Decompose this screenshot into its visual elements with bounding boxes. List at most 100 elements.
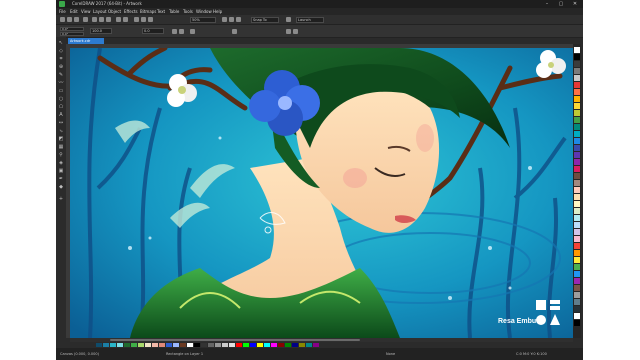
save-icon[interactable] xyxy=(74,17,79,22)
connector-tool-icon[interactable]: ⤷ xyxy=(58,129,64,134)
color-swatch[interactable] xyxy=(574,215,580,221)
color-swatch[interactable] xyxy=(574,180,580,186)
document-color-swatch[interactable] xyxy=(180,343,186,347)
polygon-tool-icon[interactable]: ⬠ xyxy=(58,105,64,110)
document-color-swatch[interactable] xyxy=(299,343,305,347)
smart-fill-icon[interactable]: ▣ xyxy=(58,169,64,174)
color-swatch[interactable] xyxy=(574,285,580,291)
outline-width-icon[interactable] xyxy=(232,29,237,34)
color-swatch[interactable] xyxy=(574,229,580,235)
color-swatch[interactable] xyxy=(574,159,580,165)
redo-icon[interactable] xyxy=(123,17,128,22)
open-icon[interactable] xyxy=(67,17,72,22)
color-swatch[interactable] xyxy=(574,152,580,158)
menu-object[interactable]: Object xyxy=(108,8,121,15)
color-swatch[interactable] xyxy=(574,264,580,270)
rulers-icon[interactable] xyxy=(229,17,234,22)
color-swatch[interactable] xyxy=(574,194,580,200)
color-swatch[interactable] xyxy=(574,236,580,242)
full-screen-icon[interactable] xyxy=(222,17,227,22)
document-color-swatch[interactable] xyxy=(131,343,137,347)
width-field[interactable]: 0.0" xyxy=(60,27,84,31)
minimize-button[interactable]: – xyxy=(541,0,553,8)
color-swatch[interactable] xyxy=(574,47,580,53)
new-document-icon[interactable] xyxy=(60,17,65,22)
document-color-swatch[interactable] xyxy=(292,343,298,347)
menu-table[interactable]: Table xyxy=(169,8,179,15)
document-color-swatch[interactable] xyxy=(96,343,102,347)
rotation-angle-field[interactable]: 0.0 xyxy=(142,28,164,34)
document-color-swatch[interactable] xyxy=(313,343,319,347)
fill-tool-icon[interactable]: ◆ xyxy=(58,185,64,190)
document-color-swatch[interactable] xyxy=(173,343,179,347)
document-color-swatch[interactable] xyxy=(103,343,109,347)
color-swatch[interactable] xyxy=(574,145,580,151)
color-swatch[interactable] xyxy=(574,166,580,172)
pick-tool-icon[interactable]: ↖ xyxy=(58,41,64,46)
gear-icon[interactable] xyxy=(286,17,291,22)
document-color-swatch[interactable] xyxy=(278,343,284,347)
freehand-tool-icon[interactable]: ✎ xyxy=(58,73,64,78)
color-swatch[interactable] xyxy=(574,131,580,137)
color-swatch[interactable] xyxy=(574,278,580,284)
close-button[interactable]: ✕ xyxy=(569,0,581,8)
paste-icon[interactable] xyxy=(106,17,111,22)
import-icon[interactable] xyxy=(141,17,146,22)
menu-edit[interactable]: Edit xyxy=(70,8,78,15)
document-color-swatch[interactable] xyxy=(117,343,123,347)
scrollbar-thumb[interactable] xyxy=(110,339,360,341)
document-color-swatch[interactable] xyxy=(201,343,207,347)
transparency-tool-icon[interactable]: ▦ xyxy=(58,145,64,150)
maximize-button[interactable]: ▢ xyxy=(555,0,567,8)
undo-icon[interactable] xyxy=(116,17,121,22)
interactive-fill-icon[interactable]: ◈ xyxy=(58,161,64,166)
document-color-swatch[interactable] xyxy=(145,343,151,347)
document-color-swatch[interactable] xyxy=(124,343,130,347)
rectangle-tool-icon[interactable]: ▭ xyxy=(58,89,64,94)
document-color-swatch[interactable] xyxy=(264,343,270,347)
document-color-swatch[interactable] xyxy=(138,343,144,347)
drop-shadow-icon[interactable]: ◩ xyxy=(58,137,64,142)
print-icon[interactable] xyxy=(83,17,88,22)
color-swatch[interactable] xyxy=(574,292,580,298)
color-swatch[interactable] xyxy=(574,124,580,130)
color-swatch[interactable] xyxy=(574,299,580,305)
document-color-swatch[interactable] xyxy=(159,343,165,347)
snap-to-dropdown[interactable]: Snap To xyxy=(251,17,279,23)
color-swatch[interactable] xyxy=(574,306,580,312)
color-swatch[interactable] xyxy=(574,61,580,67)
cut-icon[interactable] xyxy=(92,17,97,22)
color-swatch[interactable] xyxy=(574,271,580,277)
color-swatch[interactable] xyxy=(574,250,580,256)
document-color-swatch[interactable] xyxy=(250,343,256,347)
color-swatch[interactable] xyxy=(574,201,580,207)
document-color-swatch[interactable] xyxy=(236,343,242,347)
document-color-swatch[interactable] xyxy=(306,343,312,347)
color-swatch[interactable] xyxy=(574,222,580,228)
to-back-icon[interactable] xyxy=(293,29,298,34)
color-swatch[interactable] xyxy=(574,138,580,144)
menu-effects[interactable]: Effects xyxy=(124,8,138,15)
eyedropper-tool-icon[interactable]: ⚲ xyxy=(58,153,64,158)
color-swatch[interactable] xyxy=(574,68,580,74)
parallel-dimension-icon[interactable]: ↔ xyxy=(58,121,64,126)
shape-tool-icon[interactable]: ◇ xyxy=(58,49,64,54)
document-color-swatch[interactable] xyxy=(229,343,235,347)
color-swatch[interactable] xyxy=(574,243,580,249)
document-color-swatch[interactable] xyxy=(152,343,158,347)
copy-icon[interactable] xyxy=(99,17,104,22)
scale-field[interactable]: 100.0 xyxy=(90,28,112,34)
launch-dropdown[interactable]: Launch xyxy=(296,17,324,23)
height-field[interactable]: 0.0" xyxy=(60,32,84,36)
document-color-swatch[interactable] xyxy=(271,343,277,347)
color-swatch[interactable] xyxy=(574,117,580,123)
document-color-swatch[interactable] xyxy=(110,343,116,347)
color-swatch[interactable] xyxy=(574,54,580,60)
document-color-swatch[interactable] xyxy=(208,343,214,347)
color-swatch[interactable] xyxy=(574,313,580,319)
export-icon[interactable] xyxy=(148,17,153,22)
color-swatch[interactable] xyxy=(574,82,580,88)
color-swatch[interactable] xyxy=(574,75,580,81)
menu-tools[interactable]: Tools xyxy=(183,8,193,15)
menu-view[interactable]: View xyxy=(81,8,91,15)
